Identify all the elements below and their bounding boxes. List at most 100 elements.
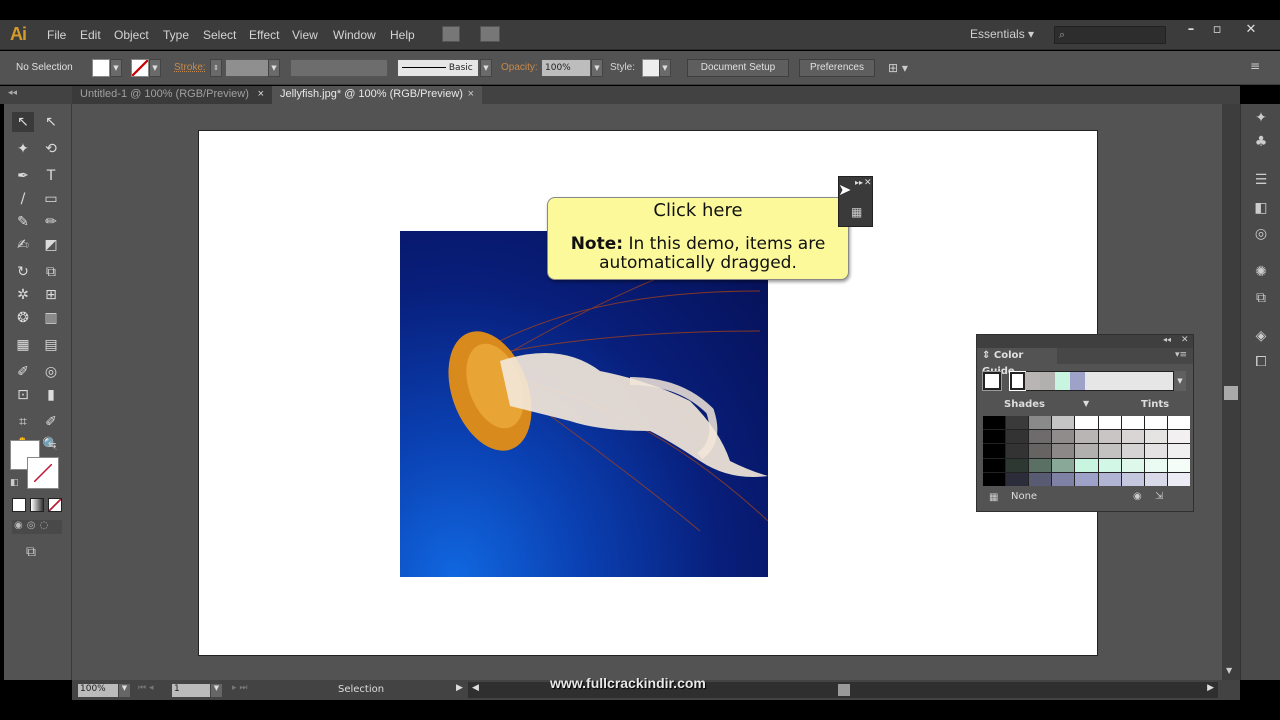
color-variation-swatch[interactable] <box>1075 458 1098 472</box>
color-variation-swatch[interactable] <box>1052 416 1075 430</box>
tool-0-0-icon[interactable]: ↖ <box>12 112 34 132</box>
color-variation-swatch[interactable] <box>1052 458 1075 472</box>
color-variation-swatch[interactable] <box>1167 444 1190 458</box>
fill-swatch[interactable] <box>92 59 110 77</box>
color-variation-swatch[interactable] <box>1029 416 1052 430</box>
swatches-icon[interactable]: ▦ <box>851 205 862 219</box>
tool-8-1-icon[interactable]: ▥ <box>40 308 62 328</box>
gradient-mode-button[interactable] <box>30 498 44 512</box>
jellyfish-image[interactable] <box>400 231 768 577</box>
tool-10-0-icon[interactable]: ✐ <box>12 362 34 382</box>
color-variation-swatch[interactable] <box>1098 416 1121 430</box>
default-fill-stroke-icon[interactable]: ◧ <box>10 478 19 488</box>
brushes-icon[interactable]: ✦ <box>1251 110 1271 128</box>
tool-7-1-icon[interactable]: ⊞ <box>40 285 62 305</box>
harmony-colors-bar[interactable] <box>1009 371 1174 391</box>
menu-view[interactable]: View <box>292 28 318 42</box>
color-variation-swatch[interactable] <box>1144 472 1167 486</box>
tool-7-0-icon[interactable]: ✲ <box>12 285 34 305</box>
stroke-panel-icon[interactable]: ☰ <box>1251 172 1271 190</box>
color-variation-swatch[interactable] <box>1006 458 1029 472</box>
color-variation-swatch[interactable] <box>1052 472 1075 486</box>
opacity-label[interactable]: Opacity: <box>501 62 538 73</box>
collapse-panel-icon[interactable]: ◂◂ <box>1163 335 1171 344</box>
color-variation-swatch[interactable] <box>1121 416 1144 430</box>
scroll-right-icon[interactable]: ▶ <box>1207 683 1214 693</box>
arrange-documents-button[interactable] <box>480 26 500 42</box>
harmony-rules-dropdown[interactable]: ▼ <box>1174 371 1186 391</box>
color-variation-swatch[interactable] <box>1098 472 1121 486</box>
tool-12-0-icon[interactable]: ⌗ <box>12 412 34 432</box>
color-variation-swatch[interactable] <box>983 416 1006 430</box>
stroke-label[interactable]: Stroke: <box>174 62 206 73</box>
menu-select[interactable]: Select <box>203 28 236 42</box>
brush-definition[interactable]: Basic <box>397 59 479 77</box>
color-variation-swatch[interactable] <box>1006 444 1029 458</box>
tool-12-1-icon[interactable]: ✐ <box>40 412 62 432</box>
tool-4-0-icon[interactable]: ✎ <box>12 212 34 232</box>
harmony-swatch[interactable] <box>1055 372 1070 390</box>
tool-11-0-icon[interactable]: ⊡ <box>12 385 34 405</box>
color-variation-swatch[interactable] <box>1167 458 1190 472</box>
color-variation-swatch[interactable] <box>983 430 1006 444</box>
close-window-button[interactable]: ✕ <box>1238 22 1264 40</box>
drawing-modes[interactable]: ◉◎◌ <box>12 520 62 534</box>
layers-icon[interactable]: ◈ <box>1251 328 1271 346</box>
harmony-swatch[interactable] <box>1070 372 1085 390</box>
close-panel-icon[interactable]: ✕ <box>1181 335 1189 345</box>
swap-fill-stroke-icon[interactable]: ⇆ <box>48 440 56 451</box>
appearance-icon[interactable]: ✺ <box>1251 264 1271 282</box>
menu-effect[interactable]: Effect <box>249 28 279 42</box>
tool-2-0-icon[interactable]: ✒ <box>12 166 34 186</box>
menu-file[interactable]: File <box>47 28 66 42</box>
menu-type[interactable]: Type <box>163 28 189 42</box>
scroll-down-icon[interactable]: ▼ <box>1226 666 1232 675</box>
save-color-group-icon[interactable]: ⇲ <box>1155 491 1163 502</box>
color-variation-swatch[interactable] <box>983 472 1006 486</box>
edit-colors-icon[interactable]: ◉ <box>1133 491 1142 502</box>
harmony-swatch[interactable] <box>1040 372 1055 390</box>
panel-header[interactable]: ◂◂ ✕ <box>977 335 1193 348</box>
tool-3-1-icon[interactable]: ▭ <box>40 189 62 209</box>
color-variation-swatch[interactable] <box>1006 416 1029 430</box>
tool-3-0-icon[interactable]: / <box>12 189 34 209</box>
color-variation-swatch[interactable] <box>1052 444 1075 458</box>
status-menu-arrow[interactable]: ▶ <box>456 683 463 693</box>
color-variation-swatch[interactable] <box>1167 430 1190 444</box>
color-variation-swatch[interactable] <box>1029 444 1052 458</box>
none-mode-button[interactable] <box>48 498 62 512</box>
close-panel-icon[interactable]: ✕ <box>864 178 872 188</box>
fill-dropdown[interactable]: ▼ <box>110 59 122 77</box>
color-variation-swatch[interactable] <box>1075 444 1098 458</box>
tab-untitled-1[interactable]: Untitled-1 @ 100% (RGB/Preview) × <box>72 86 272 104</box>
tool-9-1-icon[interactable]: ▤ <box>40 335 62 355</box>
vertical-scroll-thumb[interactable] <box>1224 386 1238 400</box>
tool-2-1-icon[interactable]: T <box>40 166 62 186</box>
tab-jellyfish[interactable]: Jellyfish.jpg* @ 100% (RGB/Preview) × <box>272 86 482 104</box>
color-variation-swatch[interactable] <box>1029 458 1052 472</box>
transparency-icon[interactable]: ◎ <box>1251 226 1271 244</box>
last-page-button[interactable]: ▸ ⏭ <box>232 683 247 693</box>
search-input[interactable]: ⌕ <box>1054 26 1166 44</box>
tool-5-0-icon[interactable]: ✍ <box>12 235 34 255</box>
tool-1-0-icon[interactable]: ✦ <box>12 139 34 159</box>
menu-object[interactable]: Object <box>114 28 149 42</box>
style-dropdown[interactable]: ▼ <box>659 59 671 77</box>
limit-color-group-icon[interactable]: ▦ <box>989 492 998 503</box>
tool-5-1-icon[interactable]: ◩ <box>40 235 62 255</box>
color-variation-swatch[interactable] <box>1075 430 1098 444</box>
maximize-button[interactable]: ▫ <box>1204 22 1230 40</box>
page-dropdown[interactable]: ▼ <box>211 684 222 697</box>
color-variation-swatch[interactable] <box>1121 430 1144 444</box>
color-variation-swatch[interactable] <box>1029 472 1052 486</box>
gradient-panel-icon[interactable]: ◧ <box>1251 200 1271 218</box>
color-variation-swatch[interactable] <box>1144 444 1167 458</box>
style-swatch[interactable] <box>642 59 660 77</box>
page-field[interactable]: 1 <box>172 684 210 697</box>
symbols-icon[interactable]: ♣ <box>1251 134 1271 152</box>
opacity-field[interactable]: 100% <box>541 59 591 77</box>
scroll-left-icon[interactable]: ◀ <box>472 683 479 693</box>
color-variation-swatch[interactable] <box>1167 472 1190 486</box>
tool-6-0-icon[interactable]: ↻ <box>12 262 34 282</box>
tab-close-icon[interactable]: × <box>468 86 474 103</box>
